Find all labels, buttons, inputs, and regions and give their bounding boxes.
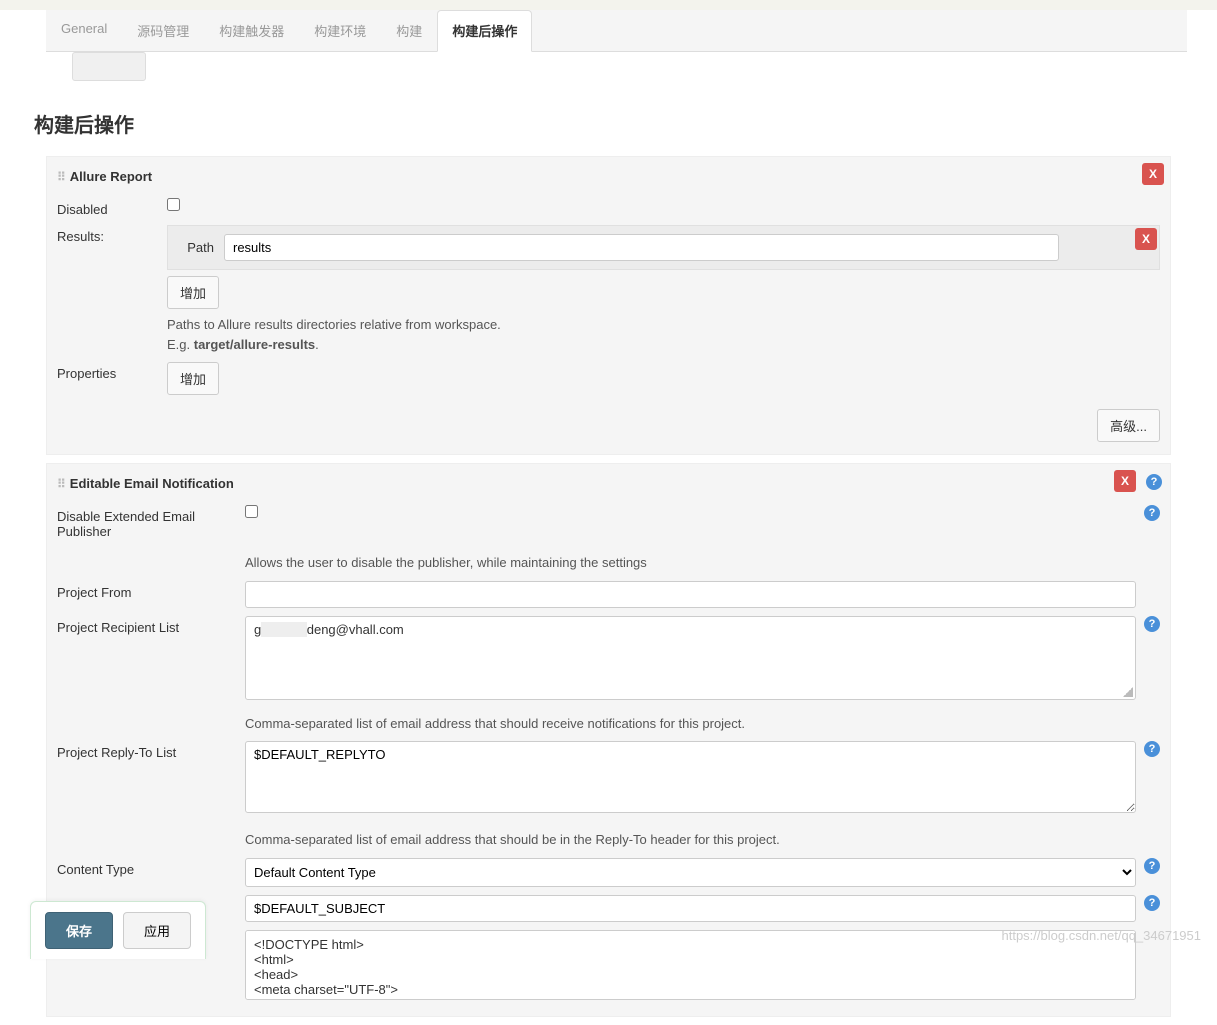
- project-from-row: Project From: [57, 577, 1136, 612]
- disabled-row: Disabled: [57, 194, 1160, 221]
- tab-build[interactable]: 构建: [381, 10, 437, 51]
- disable-publisher-checkbox[interactable]: [245, 505, 258, 518]
- recipient-row: Project Recipient List gxxxxxxxdeng@vhal…: [57, 612, 1136, 704]
- help-icon[interactable]: ?: [1146, 474, 1162, 490]
- paths-help: Paths to Allure results directories rela…: [167, 315, 1160, 354]
- subject-input[interactable]: [245, 895, 1136, 922]
- subject-row: Default Subject ?: [57, 891, 1136, 926]
- help-icon[interactable]: ?: [1144, 858, 1160, 874]
- delete-allure-button[interactable]: X: [1142, 163, 1164, 185]
- content-type-select[interactable]: Default Content Type: [245, 858, 1136, 887]
- properties-row: Properties 增加: [57, 358, 1160, 399]
- recipient-help: Comma-separated list of email address th…: [245, 714, 1136, 734]
- email-title: Editable Email Notification: [70, 476, 234, 491]
- path-block: X Path: [167, 225, 1160, 270]
- tab-postbuild[interactable]: 构建后操作: [437, 10, 532, 52]
- tab-general[interactable]: General: [46, 10, 122, 51]
- allure-report-block: X ⠿ Allure Report Disabled Results: X Pa…: [46, 156, 1171, 455]
- delete-email-button[interactable]: X: [1114, 470, 1136, 492]
- top-banner: [0, 0, 1217, 10]
- path-input[interactable]: [224, 234, 1059, 261]
- drag-handle-icon[interactable]: ⠿: [57, 170, 64, 184]
- replyto-label: Project Reply-To List: [57, 741, 245, 760]
- email-notification-block: X ? ⠿ Editable Email Notification Disabl…: [46, 463, 1171, 1017]
- content-row: Default Content <!DOCTYPE html> <html> <…: [57, 926, 1136, 1004]
- disable-publisher-help: Allows the user to disable the publisher…: [245, 553, 1136, 573]
- ghost-placeholder: [72, 52, 146, 81]
- content-textarea[interactable]: <!DOCTYPE html> <html> <head> <meta char…: [245, 930, 1136, 1000]
- project-from-label: Project From: [57, 581, 245, 600]
- path-label: Path: [176, 240, 224, 255]
- tab-env[interactable]: 构建环境: [299, 10, 381, 51]
- help-icon[interactable]: ?: [1144, 505, 1160, 521]
- help-icon[interactable]: ?: [1144, 895, 1160, 911]
- replyto-row: Project Reply-To List $DEFAULT_REPLYTO ?: [57, 737, 1136, 820]
- advanced-button[interactable]: 高级...: [1097, 409, 1160, 442]
- properties-label: Properties: [57, 362, 167, 381]
- tab-triggers[interactable]: 构建触发器: [204, 10, 299, 51]
- recipient-textarea[interactable]: gxxxxxxxdeng@vhall.com: [245, 616, 1136, 700]
- disabled-label: Disabled: [57, 198, 167, 217]
- recipient-label: Project Recipient List: [57, 616, 245, 635]
- allure-title: Allure Report: [70, 169, 152, 184]
- help-icon[interactable]: ?: [1144, 741, 1160, 757]
- disable-publisher-label: Disable Extended Email Publisher: [57, 505, 245, 539]
- replyto-help: Comma-separated list of email address th…: [245, 830, 1136, 850]
- drag-handle-icon[interactable]: ⠿: [57, 477, 64, 491]
- page-container: General 源码管理 构建触发器 构建环境 构建 构建后操作 构建后操作 X…: [0, 10, 1187, 1017]
- email-header: ⠿ Editable Email Notification: [57, 476, 1136, 501]
- replyto-textarea[interactable]: $DEFAULT_REPLYTO: [245, 741, 1136, 813]
- config-tabs: General 源码管理 构建触发器 构建环境 构建 构建后操作: [46, 10, 1187, 52]
- tab-scm[interactable]: 源码管理: [122, 10, 204, 51]
- help-icon[interactable]: ?: [1144, 616, 1160, 632]
- add-path-button[interactable]: 增加: [167, 276, 219, 309]
- results-label: Results:: [57, 225, 167, 244]
- section-title: 构建后操作: [30, 89, 1187, 152]
- apply-button[interactable]: 应用: [123, 912, 191, 949]
- footer-actions: 保存 应用: [30, 901, 206, 959]
- save-button[interactable]: 保存: [45, 912, 113, 949]
- disabled-checkbox[interactable]: [167, 198, 180, 211]
- content-type-label: Content Type: [57, 858, 245, 877]
- results-row: Results: X Path 增加 Paths to Allure resul…: [57, 221, 1160, 358]
- content-type-row: Content Type Default Content Type ?: [57, 854, 1136, 891]
- allure-header: ⠿ Allure Report: [57, 169, 1160, 194]
- delete-path-button[interactable]: X: [1135, 228, 1157, 250]
- disable-publisher-row: Disable Extended Email Publisher ?: [57, 501, 1136, 543]
- add-property-button[interactable]: 增加: [167, 362, 219, 395]
- project-from-input[interactable]: [245, 581, 1136, 608]
